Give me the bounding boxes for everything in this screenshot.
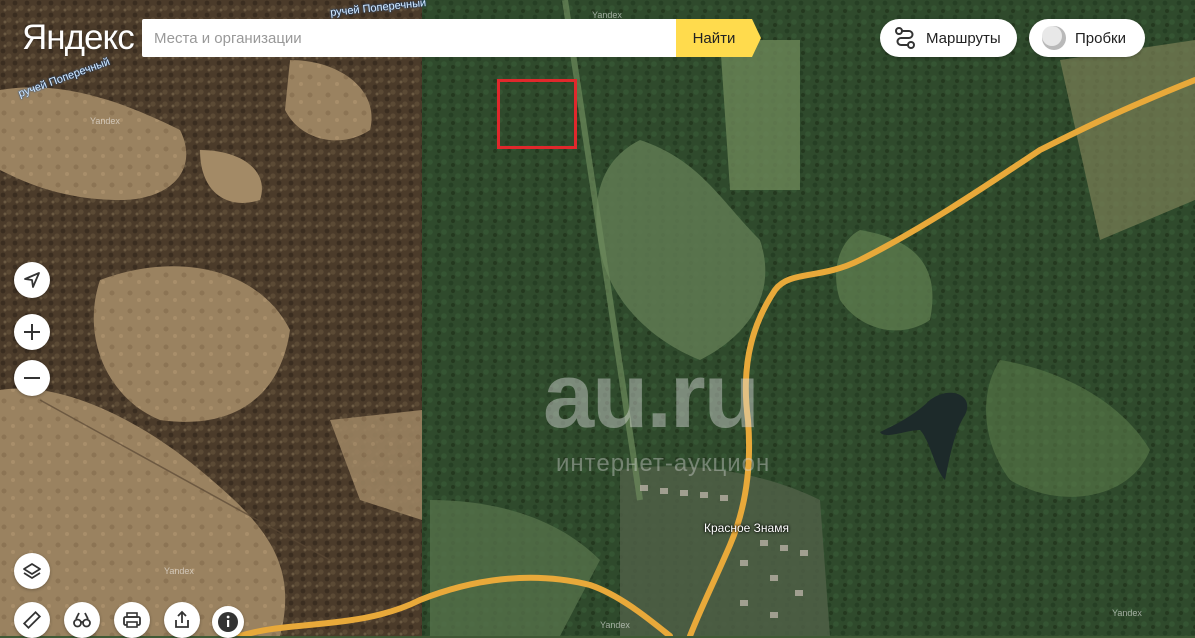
find-button[interactable]: Найти <box>676 19 761 57</box>
traffic-light-icon <box>1041 25 1067 51</box>
my-location-button[interactable] <box>14 262 50 298</box>
zoom-in-button[interactable] <box>14 314 50 350</box>
binoculars-icon <box>73 612 91 628</box>
info-button[interactable] <box>212 606 244 638</box>
village-label: Красное Знамя <box>704 521 789 535</box>
yandex-tile-mark: Yandex <box>600 620 630 630</box>
ruler-icon <box>22 610 42 630</box>
zoom-in-icon <box>24 324 40 340</box>
selected-area-marker <box>497 79 577 149</box>
traffic-button[interactable]: Пробки <box>1029 19 1145 57</box>
print-icon <box>123 612 141 628</box>
yandex-logo[interactable]: Яндекс <box>22 20 135 55</box>
panorama-button[interactable] <box>64 602 100 638</box>
info-icon <box>218 612 238 632</box>
yandex-tile-mark: Yandex <box>90 116 120 126</box>
traffic-label: Пробки <box>1075 29 1126 47</box>
map-imagery <box>0 0 1195 636</box>
yandex-tile-mark: Yandex <box>164 566 194 576</box>
navigation-arrow-icon <box>24 272 40 288</box>
ruler-button[interactable] <box>14 602 50 638</box>
search-input[interactable] <box>152 28 668 48</box>
search-box <box>142 19 678 57</box>
routes-button[interactable]: Маршруты <box>880 19 1017 57</box>
share-icon <box>175 610 189 628</box>
share-button[interactable] <box>164 602 200 638</box>
zoom-out-icon <box>24 377 40 379</box>
watermark-tagline: интернет-аукцион <box>556 450 771 477</box>
routes-label: Маршруты <box>926 29 1001 47</box>
print-button[interactable] <box>114 602 150 638</box>
layers-button[interactable] <box>14 553 50 589</box>
route-icon <box>892 25 918 51</box>
yandex-tile-mark: Yandex <box>1112 608 1142 618</box>
zoom-out-button[interactable] <box>14 360 50 396</box>
satellite-map[interactable]: ручей Поперечный ручей Поперечный Красно… <box>0 0 1195 636</box>
layers-icon <box>23 563 41 579</box>
watermark-brand: au.ru <box>543 345 760 447</box>
